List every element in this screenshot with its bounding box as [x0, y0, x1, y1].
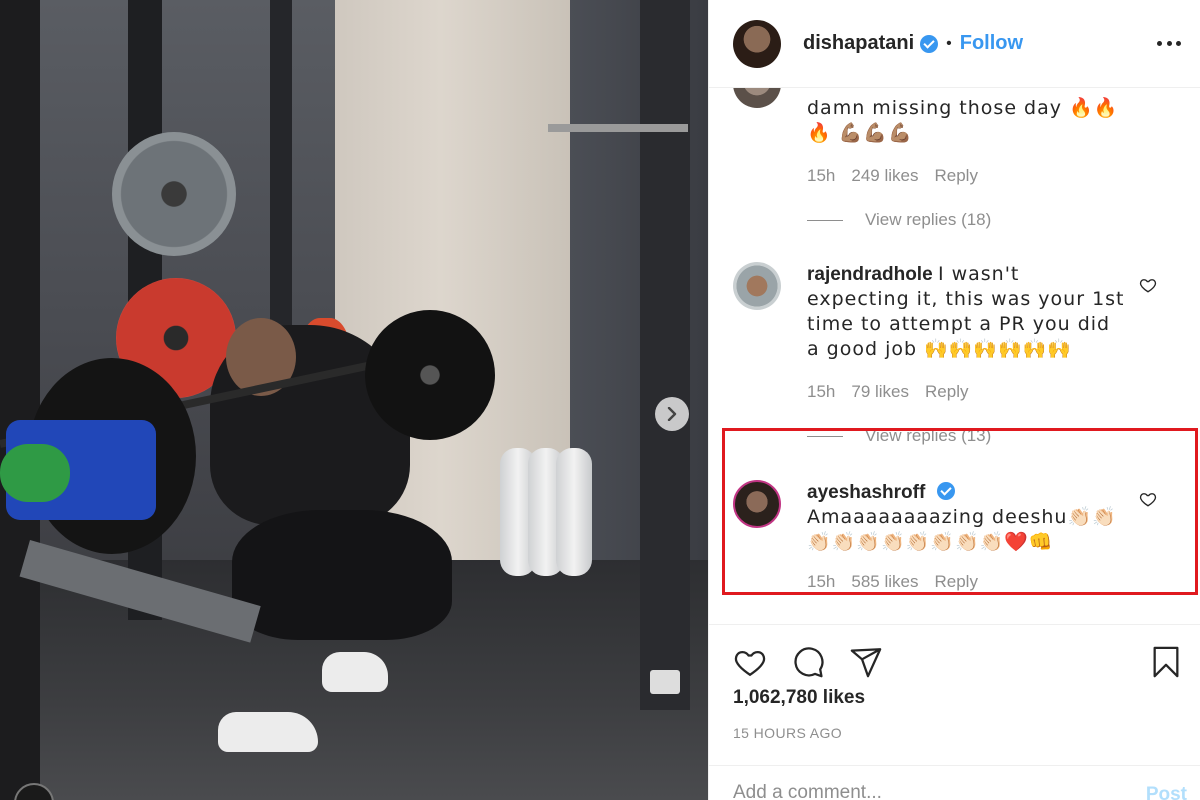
comment-icon[interactable]	[791, 645, 825, 679]
reply-button[interactable]: Reply	[934, 572, 977, 592]
follow-button[interactable]: Follow	[960, 32, 1023, 55]
author-username[interactable]: dishapatani	[803, 32, 914, 55]
comment-like-icon[interactable]	[1139, 490, 1157, 508]
comment-likes[interactable]: 79 likes	[851, 382, 909, 402]
heart-icon[interactable]	[733, 645, 767, 679]
person-legs	[232, 510, 452, 640]
sneaker-left	[218, 712, 318, 752]
comment-username[interactable]: rajendradhole	[807, 264, 933, 285]
comment-likes[interactable]: 249 likes	[851, 166, 918, 186]
post-header: dishapatani • Follow	[709, 0, 1200, 88]
reply-button[interactable]: Reply	[925, 382, 968, 402]
post-side-panel: dishapatani • Follow damn missing those …	[708, 0, 1200, 800]
post-timestamp: 15 HOURS AGO	[733, 725, 843, 741]
view-replies-label: View replies (18)	[865, 210, 992, 229]
verified-badge-icon	[936, 482, 955, 500]
comment-body: Amaaaaaaaazing deeshu👏🏻👏🏻👏🏻👏🏻👏🏻👏🏻👏🏻👏🏻👏🏻👏…	[807, 506, 1117, 553]
author-avatar[interactable]	[733, 19, 781, 68]
share-icon[interactable]	[849, 645, 883, 679]
comment-time: 15h	[807, 166, 836, 185]
more-options-icon[interactable]	[1157, 38, 1181, 48]
comment-time: 15h	[807, 382, 836, 401]
commenter-avatar[interactable]	[733, 262, 781, 310]
bookmark-icon[interactable]	[1149, 645, 1183, 679]
squat-rack-left	[0, 0, 40, 800]
barbell-plate-right	[365, 310, 495, 440]
reply-button[interactable]: Reply	[934, 166, 977, 186]
likes-count[interactable]: 1,062,780 likes	[733, 687, 865, 709]
comment-time: 15h	[807, 572, 836, 591]
barbell-plate-green	[0, 444, 70, 502]
verified-badge-icon	[920, 34, 939, 53]
comment-text: damn missing those day 🔥🔥🔥 💪🏽💪🏽💪🏽	[807, 97, 1119, 144]
commenter-avatar[interactable]	[733, 480, 781, 528]
weight-plate-grey	[112, 132, 236, 256]
comment-meta: 15h 585 likes Reply	[807, 572, 978, 592]
post-media-image[interactable]	[0, 0, 708, 800]
comment-meta: 15h 79 likes Reply	[807, 382, 968, 402]
comment-text: ayeshashroff Amaaaaaaaazing deeshu👏🏻👏🏻👏🏻…	[807, 480, 1125, 555]
header-separator: •	[946, 34, 952, 52]
comment-likes[interactable]: 585 likes	[851, 572, 918, 592]
chevron-right-icon	[667, 407, 677, 421]
rack-pillar	[640, 0, 690, 710]
rack-bar	[548, 124, 688, 132]
post-comment-button[interactable]: Post	[1146, 784, 1187, 800]
comments-list[interactable]: damn missing those day 🔥🔥🔥 💪🏽💪🏽💪🏽 15h 24…	[709, 88, 1200, 624]
comment-username[interactable]: ayeshashroff	[807, 482, 925, 503]
foam-rollers	[500, 448, 595, 576]
comment-like-icon[interactable]	[1139, 276, 1157, 294]
post-actions: 1,062,780 likes 15 HOURS AGO Post	[709, 624, 1200, 800]
add-comment-input[interactable]	[733, 782, 1113, 800]
comment-meta: 15h 249 likes Reply	[807, 166, 978, 186]
commenter-avatar[interactable]	[733, 88, 781, 108]
comment-text: rajendradhole I wasn't expecting it, thi…	[807, 262, 1125, 362]
add-comment-bar: Post	[709, 765, 1200, 800]
view-replies-button[interactable]: View replies (13)	[807, 426, 991, 446]
view-replies-label: View replies (13)	[865, 426, 992, 445]
sneaker-right	[322, 652, 388, 692]
view-replies-button[interactable]: View replies (18)	[807, 210, 991, 230]
next-slide-button[interactable]	[655, 397, 689, 431]
